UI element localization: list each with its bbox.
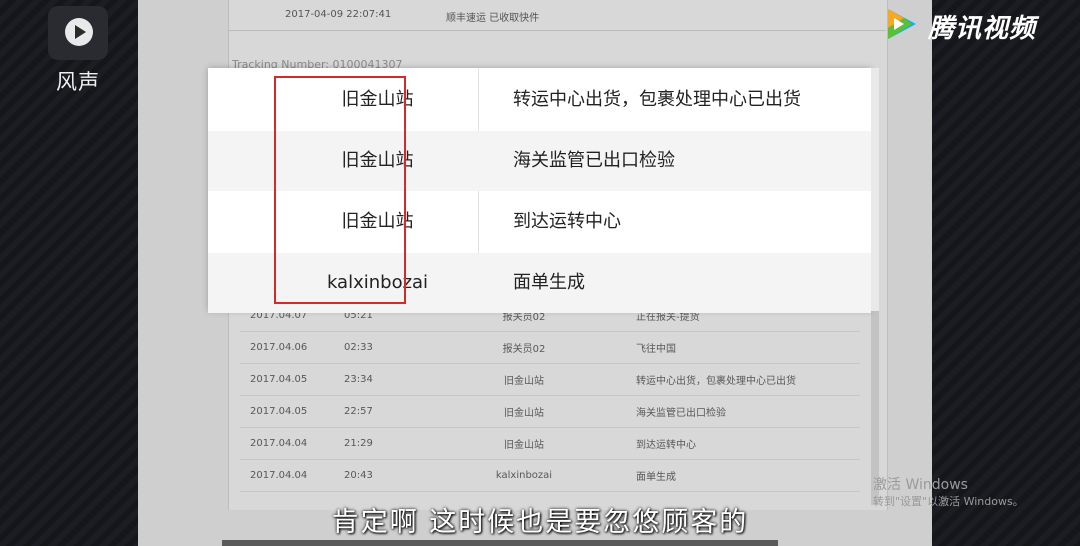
row-location: 旧金山站 xyxy=(424,363,624,396)
row-time: 21:29 xyxy=(330,427,424,460)
table-row: 2017.04.04 21:29 旧金山站 到达运转中心 xyxy=(240,427,860,460)
table-row: 2017.04.05 23:34 旧金山站 转运中心出货，包裹处理中心已出货 xyxy=(240,363,860,396)
tencent-video-icon xyxy=(888,9,916,39)
row-time: 22:57 xyxy=(330,395,424,428)
row-date: 2017.04.05 xyxy=(240,363,330,396)
app-name: 风声 xyxy=(56,70,100,94)
table-row: 2017.04.04 20:43 kalxinbozai 面单生成 xyxy=(240,459,860,492)
brand-text: 腾讯视频 xyxy=(928,14,1037,44)
tencent-video-logo: 腾讯视频 xyxy=(882,4,1072,44)
zoom-row-description: 转运中心出货，包裹处理中心已出货 xyxy=(513,89,801,110)
zoom-scrollbar xyxy=(871,68,879,311)
row-description: 面单生成 xyxy=(624,459,860,492)
top-row-datetime: 2017-04-09 22:07:41 xyxy=(285,9,392,20)
top-row-status: 顺丰速运 已收取快件 xyxy=(446,13,540,24)
tracking-table: 2017.04.07 05:21 报关员02 正在报关-提货 2017.04.0… xyxy=(240,300,860,492)
row-time: 23:34 xyxy=(330,363,424,396)
row-date: 2017.04.05 xyxy=(240,395,330,428)
zoom-row-description: 海关监管已出口检验 xyxy=(513,150,675,171)
row-location: 旧金山站 xyxy=(424,427,624,460)
video-subtitle: 肯定啊 这时候也是要忽悠顾客的 xyxy=(331,507,749,538)
top-tracking-row: 2017-04-09 22:07:41 顺丰速运 已收取快件 xyxy=(228,0,886,31)
row-time: 02:33 xyxy=(330,331,424,364)
row-description: 转运中心出货，包裹处理中心已出货 xyxy=(624,363,860,396)
activation-title: 激活 Windows xyxy=(873,477,968,493)
row-location: kalxinbozai xyxy=(424,459,624,492)
row-location: 旧金山站 xyxy=(424,395,624,428)
row-date: 2017.04.04 xyxy=(240,427,330,460)
row-description: 到达运转中心 xyxy=(624,427,860,460)
zoom-row-description: 面单生成 xyxy=(513,272,585,293)
row-date: 2017.04.04 xyxy=(240,459,330,492)
row-location: 报关员02 xyxy=(424,331,624,364)
right-dark-panel xyxy=(932,0,1080,546)
zoom-row-description: 到达运转中心 xyxy=(513,211,621,232)
row-date: 2017.04.06 xyxy=(240,331,330,364)
row-description: 飞往中国 xyxy=(624,331,860,364)
player-bottom-strip xyxy=(222,540,778,546)
row-description: 海关监管已出口检验 xyxy=(624,395,860,428)
table-row: 2017.04.05 22:57 旧金山站 海关监管已出口检验 xyxy=(240,395,860,428)
player-logo-icon xyxy=(48,6,108,60)
table-row: 2017.04.06 02:33 报关员02 飞往中国 xyxy=(240,331,860,364)
row-time: 20:43 xyxy=(330,459,424,492)
location-highlight-box xyxy=(274,76,406,304)
player-logo-triangle xyxy=(75,25,86,39)
